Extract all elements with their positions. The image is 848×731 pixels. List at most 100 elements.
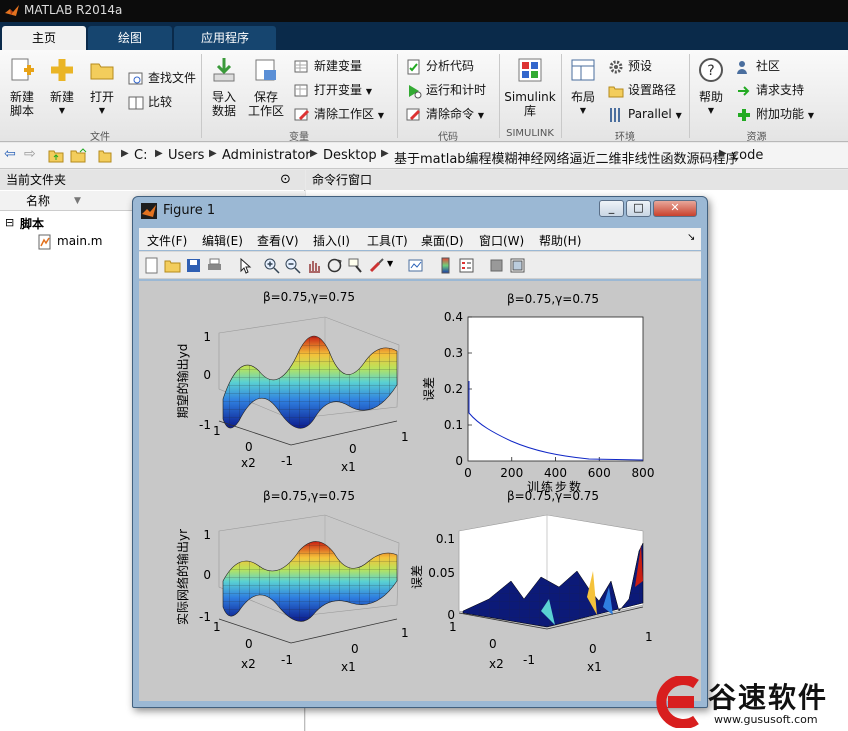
column-name[interactable]: 名称	[26, 191, 50, 211]
tab-apps[interactable]: 应用程序	[174, 26, 276, 50]
x-tick: 800	[632, 466, 655, 480]
colorbar-icon[interactable]	[437, 257, 454, 274]
folder-icon	[98, 150, 112, 163]
svg-text:?: ?	[707, 63, 714, 79]
breadcrumb-desktop[interactable]: Desktop	[323, 148, 377, 163]
x2-tick: 1	[213, 620, 221, 634]
tab-home[interactable]: 主页	[2, 26, 86, 50]
ribbon-separator	[499, 54, 500, 138]
zoom-out-icon[interactable]	[284, 257, 301, 274]
menu-tools[interactable]: 工具(T)	[367, 232, 408, 249]
request-support-button[interactable]: 请求支持	[736, 80, 804, 100]
collapse-icon[interactable]: ⊟	[5, 216, 14, 229]
breadcrumb-c-drive[interactable]: C:	[134, 148, 147, 163]
brush-icon[interactable]	[368, 257, 385, 274]
compare-button[interactable]: 比较	[128, 92, 172, 112]
menu-view[interactable]: 查看(V)	[257, 232, 299, 249]
print-icon[interactable]	[206, 257, 223, 274]
breadcrumb-code[interactable]: code	[732, 148, 763, 163]
menu-file[interactable]: 文件(F)	[147, 232, 187, 249]
hide-plot-tools-icon[interactable]	[488, 257, 505, 274]
new-figure-icon[interactable]	[143, 257, 160, 274]
breadcrumb-administrator[interactable]: Administrator	[222, 148, 311, 163]
clear-commands-button[interactable]: 清除命令 ▼	[406, 104, 484, 124]
y-tick: 0.2	[444, 382, 463, 396]
data-cursor-icon[interactable]	[347, 257, 364, 274]
open-button[interactable]: 打开 ▼	[84, 56, 120, 118]
preferences-button[interactable]: 预设	[608, 56, 652, 76]
figure-canvas[interactable]: β=0.75,γ=0.75 1 0 -1 期望的输出yd -1 0 1 1 0 …	[139, 281, 701, 701]
analyze-code-button[interactable]: 分析代码	[406, 56, 474, 76]
breadcrumb-separator-icon: ▶	[209, 148, 217, 159]
menu-help[interactable]: 帮助(H)	[539, 232, 581, 249]
layout-button[interactable]: 布局 ▼	[566, 56, 600, 118]
z-axis-label: 期望的输出yd	[175, 344, 190, 419]
close-button[interactable]: ✕	[653, 200, 697, 217]
back-icon[interactable]: ⇦	[4, 146, 16, 162]
simulink-library-button[interactable]: Simulink 库	[504, 56, 556, 118]
find-files-button[interactable]: 查找文件	[128, 68, 196, 88]
x-tick: 0	[464, 466, 472, 480]
y-tick: 0.4	[444, 310, 463, 324]
x1-tick: 0	[349, 442, 357, 456]
up-folder-icon[interactable]	[48, 148, 64, 163]
parallel-button[interactable]: Parallel ▼	[608, 104, 682, 124]
breadcrumb-project-folder[interactable]: 基于matlab编程模糊神经网络逼近二维非线性函数源码程序	[394, 148, 739, 167]
compare-label: 比较	[148, 95, 173, 109]
add-ons-button[interactable]: 附加功能 ▼	[736, 104, 814, 124]
open-file-icon[interactable]	[164, 257, 181, 274]
pan-icon[interactable]	[305, 257, 322, 274]
y-tick: 0	[455, 454, 463, 468]
help-button[interactable]: ? 帮助 ▼	[694, 56, 728, 118]
new-button[interactable]: 新建 ▼	[44, 56, 80, 118]
show-plot-tools-icon[interactable]	[509, 257, 526, 274]
tab-plots[interactable]: 绘图	[88, 26, 172, 50]
link-plot-icon[interactable]	[407, 257, 424, 274]
panel-actions-icon[interactable]: ⊙	[280, 172, 291, 187]
browse-folder-icon[interactable]	[70, 148, 88, 163]
parallel-label: Parallel	[628, 107, 672, 121]
minimize-button[interactable]: _	[599, 200, 624, 217]
subplot-desired-output: β=0.75,γ=0.75 1 0 -1 期望的输出yd -1 0 1 1 0 …	[175, 290, 409, 474]
new-variable-button[interactable]: 新建变量	[294, 56, 362, 76]
set-path-icon	[608, 86, 624, 97]
new-variable-icon	[294, 60, 308, 72]
run-and-time-button[interactable]: 运行和计时	[406, 80, 486, 100]
menu-edit[interactable]: 编辑(E)	[202, 232, 243, 249]
zoom-in-icon[interactable]	[263, 257, 280, 274]
new-script-icon	[11, 58, 34, 81]
group-file-label: 文件	[90, 132, 110, 143]
x1-axis-label: x1	[341, 660, 356, 674]
save-icon[interactable]	[185, 257, 202, 274]
group-environment-label: 环境	[615, 132, 635, 143]
parallel-icon	[610, 107, 620, 122]
menu-window[interactable]: 窗口(W)	[479, 232, 524, 249]
save-workspace-button[interactable]: 保存 工作区	[246, 56, 286, 118]
menu-insert[interactable]: 插入(I)	[313, 232, 350, 249]
figure-window[interactable]: Figure 1 _ □ ✕ 文件(F) 编辑(E) 查看(V) 插入(I) 工…	[132, 196, 708, 708]
clear-commands-icon	[406, 108, 421, 120]
breadcrumb-separator-icon: ▶	[719, 148, 727, 159]
x2-axis-label: x2	[241, 657, 256, 671]
new-script-button[interactable]: 新建 脚本	[4, 56, 40, 118]
import-data-button[interactable]: 导入 数据	[206, 56, 242, 118]
menu-desktop[interactable]: 桌面(D)	[421, 232, 464, 249]
clear-workspace-button[interactable]: 清除工作区 ▼	[294, 104, 384, 124]
dock-arrow-icon[interactable]: ↘	[687, 232, 695, 243]
pointer-icon[interactable]	[237, 257, 254, 274]
brush-dropdown-icon[interactable]: ▼	[387, 259, 393, 268]
set-path-label: 设置路径	[628, 83, 677, 97]
breadcrumb-separator-icon: ▶	[155, 148, 163, 159]
group-variable-label: 变量	[289, 132, 309, 143]
forward-icon[interactable]: ⇨	[24, 146, 36, 162]
breadcrumb-users[interactable]: Users	[168, 148, 204, 163]
new-label: 新建	[49, 90, 74, 104]
maximize-button[interactable]: □	[626, 200, 651, 217]
legend-icon[interactable]	[458, 257, 475, 274]
community-button[interactable]: 社区	[736, 56, 780, 76]
clear-workspace-icon	[294, 108, 310, 120]
rotate-3d-icon[interactable]	[326, 257, 343, 274]
open-variable-button[interactable]: 打开变量 ▼	[294, 80, 372, 100]
set-path-button[interactable]: 设置路径	[608, 80, 676, 100]
breadcrumb-separator-icon: ▶	[381, 148, 389, 159]
